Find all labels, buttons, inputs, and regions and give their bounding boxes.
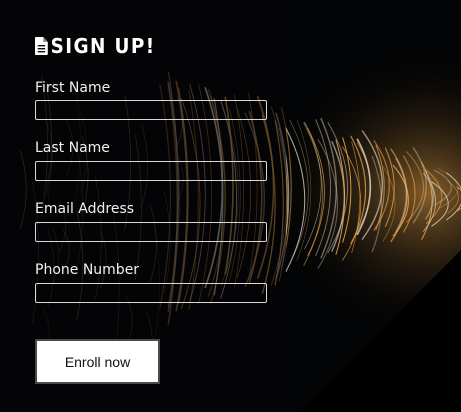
- enroll-now-button[interactable]: Enroll now: [35, 339, 160, 384]
- phone-number-field[interactable]: [35, 283, 267, 303]
- signup-title: SIGN UP!: [35, 34, 156, 58]
- signup-title-text: SIGN UP!: [50, 34, 156, 58]
- email-address-field[interactable]: [35, 222, 267, 242]
- last-name-field[interactable]: [35, 161, 267, 181]
- phone-number-label: Phone Number: [35, 262, 140, 278]
- email-address-label: Email Address: [35, 201, 135, 217]
- document-icon: [35, 37, 48, 55]
- last-name-label: Last Name: [35, 140, 110, 156]
- first-name-field[interactable]: [35, 100, 267, 120]
- first-name-label: First Name: [35, 80, 111, 96]
